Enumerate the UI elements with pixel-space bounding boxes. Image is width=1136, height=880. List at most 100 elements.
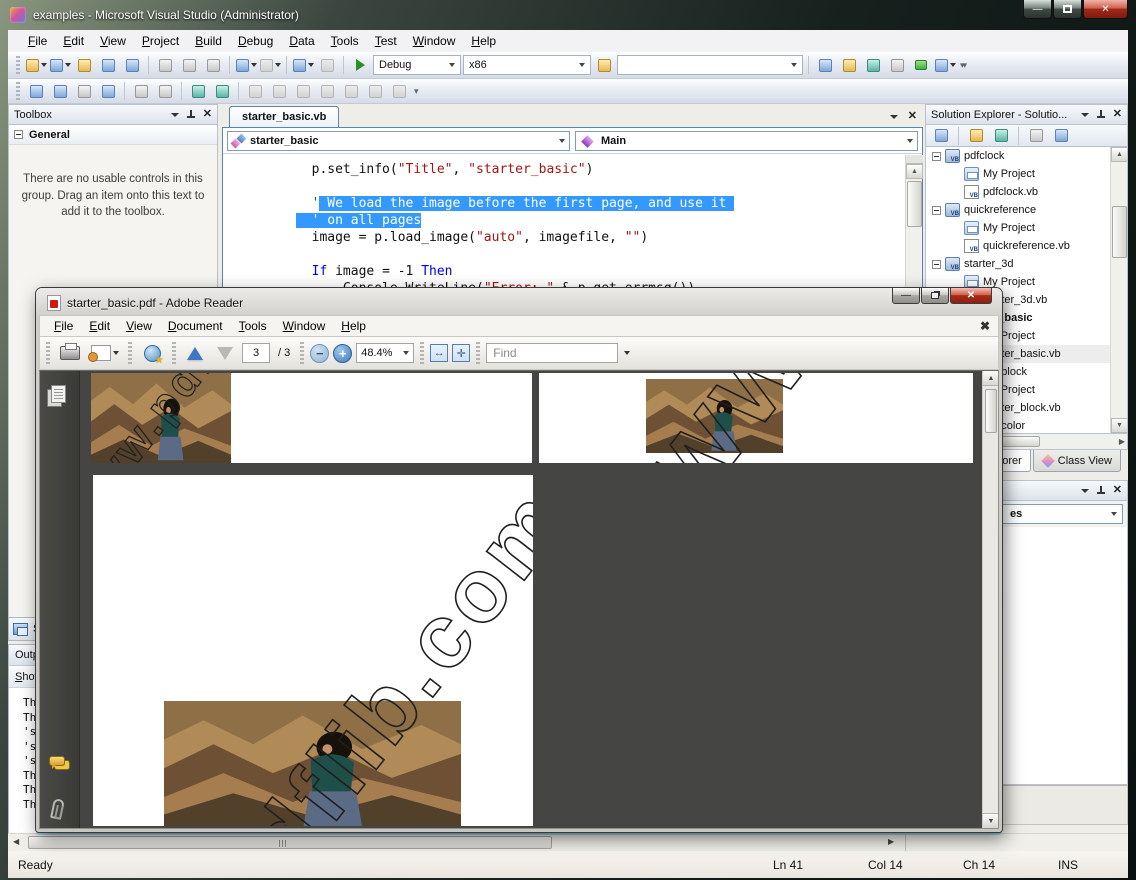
collapse-icon[interactable] [14, 130, 23, 139]
comment-selection-button[interactable] [187, 81, 209, 102]
tree-item-quickreference[interactable]: quickreference [926, 201, 1127, 219]
navigate-forward-button[interactable] [316, 55, 338, 76]
members-dropdown[interactable]: Main [575, 131, 918, 151]
adobe-menu-window[interactable]: Window [275, 317, 334, 335]
tab-starter-basic-vb[interactable]: starter_basic.vb [229, 106, 339, 127]
previous-bookmark-in-folder-button[interactable] [316, 81, 338, 102]
auto-hide-pin-icon[interactable] [1096, 110, 1106, 120]
adobe-menu-file[interactable]: File [46, 317, 81, 335]
toolbar-options-chevron[interactable]: ▾ [414, 86, 417, 97]
toolbar-grip[interactable] [172, 342, 176, 364]
toolbar-grip[interactable] [128, 342, 132, 364]
window-position-icon[interactable] [1081, 489, 1089, 493]
vs-menu-window[interactable]: Window [405, 31, 464, 51]
close-icon[interactable]: ✕ [1113, 109, 1122, 120]
zoom-out-button[interactable]: − [310, 344, 329, 363]
member-list-button[interactable] [25, 81, 47, 102]
previous-bookmark-button[interactable] [268, 81, 290, 102]
auto-hide-pin-icon[interactable] [186, 110, 196, 120]
solution-platforms-combo[interactable]: x86 [463, 55, 591, 75]
next-bookmark-in-folder-button[interactable] [340, 81, 362, 102]
scrollbar-thumb[interactable] [28, 836, 552, 849]
next-bookmark-button[interactable] [292, 81, 314, 102]
immediate-window-button[interactable] [910, 55, 932, 76]
pdf-vertical-scrollbar[interactable]: ▲ ▼ [982, 371, 998, 828]
object-browser-button[interactable] [862, 55, 884, 76]
scrollbar-thumb[interactable] [1112, 206, 1127, 258]
toolbar-grip[interactable] [300, 342, 304, 364]
fit-width-button[interactable]: ↔ [430, 344, 448, 362]
vs-menu-data[interactable]: Data [281, 31, 322, 51]
save-button[interactable] [97, 55, 119, 76]
clear-bookmarks-button[interactable] [388, 81, 410, 102]
view-code-button[interactable] [1025, 125, 1047, 146]
quick-info-button[interactable] [73, 81, 95, 102]
adobe-menu-edit[interactable]: Edit [81, 317, 118, 335]
fit-page-button[interactable]: ✛ [452, 344, 470, 362]
scrollbar-thumb[interactable] [907, 181, 922, 227]
next-page-button[interactable] [212, 343, 238, 364]
vs-menu-help[interactable]: Help [463, 31, 504, 51]
tree-vertical-scrollbar[interactable]: ▲ ▼ [1110, 147, 1127, 433]
adobe-menu-document[interactable]: Document [160, 317, 231, 335]
collaborate-button[interactable] [88, 343, 122, 364]
toolbox-group-general[interactable]: General [9, 125, 217, 145]
tree-item-quickreference-vb[interactable]: quickreference.vb [926, 237, 1127, 255]
window-position-icon[interactable] [171, 113, 179, 117]
toolbar-options-chevron[interactable]: ▾▾ [960, 60, 965, 71]
decrease-indent-button[interactable] [130, 81, 152, 102]
add-new-item-button[interactable] [49, 55, 71, 76]
previous-page-button[interactable] [182, 343, 208, 364]
expander-icon[interactable] [932, 152, 941, 161]
zoom-level-combo[interactable]: 48.4% [356, 343, 414, 363]
vs-maximize-button[interactable] [1053, 0, 1082, 19]
refresh-button[interactable] [990, 125, 1012, 146]
find-input[interactable]: Find [486, 343, 618, 363]
scroll-up-icon[interactable]: ▲ [906, 164, 923, 179]
online-services-button[interactable] [138, 343, 166, 364]
scroll-right-icon[interactable]: ▶ [1119, 437, 1125, 446]
word-completion-button[interactable] [97, 81, 119, 102]
scrollbar-thumb[interactable] [985, 389, 997, 433]
pages-panel-icon[interactable] [51, 385, 66, 403]
window-position-icon[interactable] [1081, 113, 1089, 117]
tree-item-pdfclock[interactable]: pdfclock [926, 147, 1127, 165]
tab-class-view[interactable]: Class View [1033, 450, 1121, 472]
vs-menu-build[interactable]: Build [187, 31, 230, 51]
close-document-icon[interactable]: ✕ [908, 111, 917, 122]
view-class-diagram-button[interactable] [1050, 125, 1072, 146]
print-button[interactable] [56, 343, 84, 364]
vs-titlebar[interactable]: examples - Microsoft Visual Studio (Admi… [0, 0, 1136, 30]
vs-menu-file[interactable]: File [20, 31, 55, 51]
close-icon[interactable]: ✕ [203, 109, 212, 120]
vs-menu-edit[interactable]: Edit [55, 31, 92, 51]
close-icon[interactable]: ✕ [1113, 485, 1122, 496]
tree-item-pdfclock-vb[interactable]: pdfclock.vb [926, 183, 1127, 201]
vs-menu-project[interactable]: Project [134, 31, 187, 51]
splitter-handle[interactable] [906, 155, 923, 164]
tree-item-my-project[interactable]: My Project [926, 219, 1127, 237]
redo-button[interactable] [259, 55, 281, 76]
comments-panel-icon[interactable] [49, 756, 65, 766]
parameter-info-button[interactable] [49, 81, 71, 102]
toolbox-titlebar[interactable]: Toolbox ✕ [8, 104, 218, 125]
scroll-up-icon[interactable]: ▲ [1111, 147, 1128, 162]
page-number-input[interactable]: 3 [242, 343, 270, 363]
solution-configurations-combo[interactable]: Debug [373, 55, 461, 75]
vs-menu-tools[interactable]: Tools [323, 31, 367, 51]
toolbar-grip[interactable] [16, 56, 20, 74]
find-in-files-button[interactable] [593, 55, 615, 76]
adobe-restore-button[interactable] [921, 288, 949, 304]
open-file-button[interactable] [73, 55, 95, 76]
active-files-dropdown-icon[interactable] [890, 115, 898, 119]
toolbar-grip[interactable] [16, 82, 20, 100]
toolbar-grip[interactable] [476, 342, 480, 364]
previous-bookmark-in-document-button[interactable] [364, 81, 386, 102]
attachments-panel-icon[interactable] [50, 798, 65, 820]
pdf-pages-container[interactable]: www.pdflib.com [80, 371, 982, 828]
scroll-down-icon[interactable]: ▼ [983, 813, 999, 828]
vs-minimize-button[interactable]: — [1023, 0, 1052, 19]
bottom-horizontal-scrollbar[interactable]: ◀ ▶ [8, 833, 1128, 851]
scroll-left-icon[interactable]: ◀ [13, 837, 19, 846]
vs-menu-debug[interactable]: Debug [230, 31, 281, 51]
